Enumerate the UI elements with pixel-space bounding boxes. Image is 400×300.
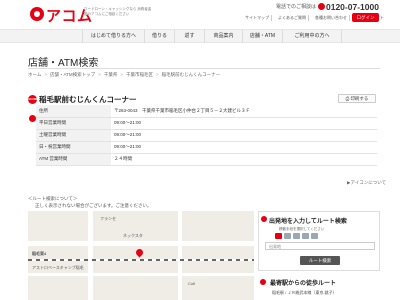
row-label-weekday: 平日営業時間 (36, 117, 111, 130)
breadcrumb-item[interactable]: 店舗・ATM検索トップ (50, 72, 95, 78)
title-divider (28, 68, 380, 69)
table-row: ATM 営業時間 ２４時間 (36, 153, 377, 166)
card-icon (29, 115, 36, 122)
map-label: フランセ (100, 216, 116, 221)
global-nav: はじめて借りる方へ 借りる 返す 商品案内 店舗・ATM ご利用中の方へ (0, 29, 400, 43)
store-map[interactable]: フランセ 稲毛東4 アストロベースキャンプ稲毛 ネックスタ Cofi (28, 211, 254, 300)
nav-item-borrow[interactable]: 借りる (144, 30, 174, 43)
breadcrumb-current: 稲毛駅前むじんくんコーナー (161, 72, 221, 77)
train-icon[interactable] (293, 233, 300, 239)
logo-subtitle: ワードローン・キャッシングなら 消費者金融のアコムにご相談ください (84, 7, 152, 16)
phone-icon (318, 3, 325, 10)
row-value-atm: ２４時間 (111, 153, 377, 166)
route-search-panel: 出発地を入力してルート検索 移動手段を選択してください 出発地 ルート検索 (258, 211, 380, 271)
util-link-sitemap[interactable]: サイトマップ (243, 15, 272, 21)
acom-badge-icon: ACOM (28, 95, 37, 104)
store-name: 稲毛駅前むじんくんコーナー (39, 95, 137, 104)
tel-label: 電話でのご相談は (276, 4, 317, 10)
table-row: 住所 〒263-0043 千葉県千葉市稲毛区小仲台２丁目５－２大建ビル３Ｆ (36, 105, 377, 118)
route-panel-title: 出発地を入力してルート検索 (269, 219, 347, 225)
breadcrumb-separator: > (44, 72, 48, 77)
map-road (28, 273, 254, 276)
row-label-holiday: 日・祝営業時間 (36, 141, 111, 154)
bus-icon[interactable] (302, 233, 309, 239)
route-panel-subtitle: 移動手段を選択してください (279, 227, 325, 231)
breadcrumb-separator: > (98, 72, 101, 77)
row-label-saturday: 土曜営業時間 (36, 129, 111, 142)
util-link-contact[interactable]: 各種お問い合わせ (313, 15, 350, 21)
map-road (178, 211, 182, 300)
breadcrumb-separator: > (120, 72, 123, 77)
nav-item-beginners[interactable]: はじめて借りる方へ (82, 30, 144, 43)
acom-logo-icon[interactable] (30, 7, 44, 21)
departure-input[interactable]: 出発地 (265, 242, 375, 250)
breadcrumb-separator: > (155, 72, 159, 77)
map-label: アストロベースキャンプ稲毛 (32, 265, 84, 270)
nav-item-products[interactable]: 商品案内 (204, 30, 242, 43)
map-road (88, 211, 93, 300)
tel-number[interactable]: 0120-07-1000 (326, 2, 379, 12)
map-label: 稲毛東4 (32, 251, 47, 256)
row-value-weekday: 09:00～21:00 (111, 117, 377, 130)
row-label-address: 住所 (36, 105, 111, 118)
map-railway (28, 259, 254, 261)
breadcrumb-item[interactable]: ホーム (28, 72, 41, 78)
row-value-holiday: 09:00～21:00 (111, 141, 377, 154)
nav-item-repay[interactable]: 返す (174, 30, 204, 43)
nav-item-current-users[interactable]: ご利用中の方へ (282, 30, 342, 43)
store-info-table: 住所 〒263-0043 千葉県千葉市稲毛区小仲台２丁目５－２大建ビル３Ｆ 平日… (36, 105, 377, 166)
row-label-atm: ATM 営業時間 (36, 153, 111, 166)
route-help-text: ＜ルート検索について＞ (28, 196, 78, 201)
header: アコム ワードローン・キャッシングなら 消費者金融のアコムにご相談ください 電話… (0, 0, 400, 29)
walk-icon[interactable] (275, 233, 282, 239)
walk-route-icon (260, 279, 266, 285)
car-icon[interactable] (284, 233, 291, 239)
row-value-saturday: 09:00～21:00 (111, 129, 377, 142)
table-row: 土曜営業時間 09:00～21:00 (36, 129, 377, 142)
bicycle-icon[interactable] (311, 233, 318, 239)
nearest-station-text[interactable]: 稲毛駅 / ＪＲ総武本線（東京-銚子） (272, 290, 337, 296)
table-row: 日・祝営業時間 09:00～21:00 (36, 141, 377, 154)
breadcrumb-item[interactable]: 千葉市稲毛区 (126, 72, 153, 78)
nav-item-store-atm[interactable]: 店舗・ATM (242, 30, 282, 43)
map-label: Cofi (188, 281, 196, 286)
row-value-address: 〒263-0043 千葉県千葉市稲毛区小仲台２丁目５－２大建ビル３Ｆ (111, 105, 377, 118)
map-pin-icon[interactable] (134, 247, 145, 258)
printer-icon: ⎙ (345, 96, 350, 101)
util-link-faq[interactable]: よくあるご質問 (276, 15, 309, 21)
map-road (28, 241, 254, 246)
page-title: 店舗・ATM検索 (28, 58, 99, 69)
breadcrumb-item[interactable]: 千葉県 (104, 72, 118, 78)
table-row: 平日営業時間 09:00～21:00 (36, 117, 377, 130)
route-search-button[interactable]: ルート検索 (300, 256, 340, 265)
breadcrumb: ホーム > 店舗・ATM検索トップ > 千葉県 > 千葉市稲毛区 > 稲毛駅前むじんくん… (28, 72, 220, 78)
print-button-label: 印刷する (350, 96, 369, 101)
print-button[interactable]: ⎙ 印刷する (338, 94, 376, 103)
login-button[interactable]: ログイン (352, 13, 379, 22)
route-note-text: 正しく表示されない場合がございます。ご注意ください。 (35, 203, 152, 208)
map-label: ネックスタ (123, 233, 143, 238)
icon-legend-link[interactable]: ▶アイコンについて (347, 180, 386, 186)
nearest-station-heading: 最寄駅からの徒歩ルート (270, 281, 337, 287)
travel-mode-selector (275, 233, 318, 239)
route-search-icon (261, 216, 267, 222)
